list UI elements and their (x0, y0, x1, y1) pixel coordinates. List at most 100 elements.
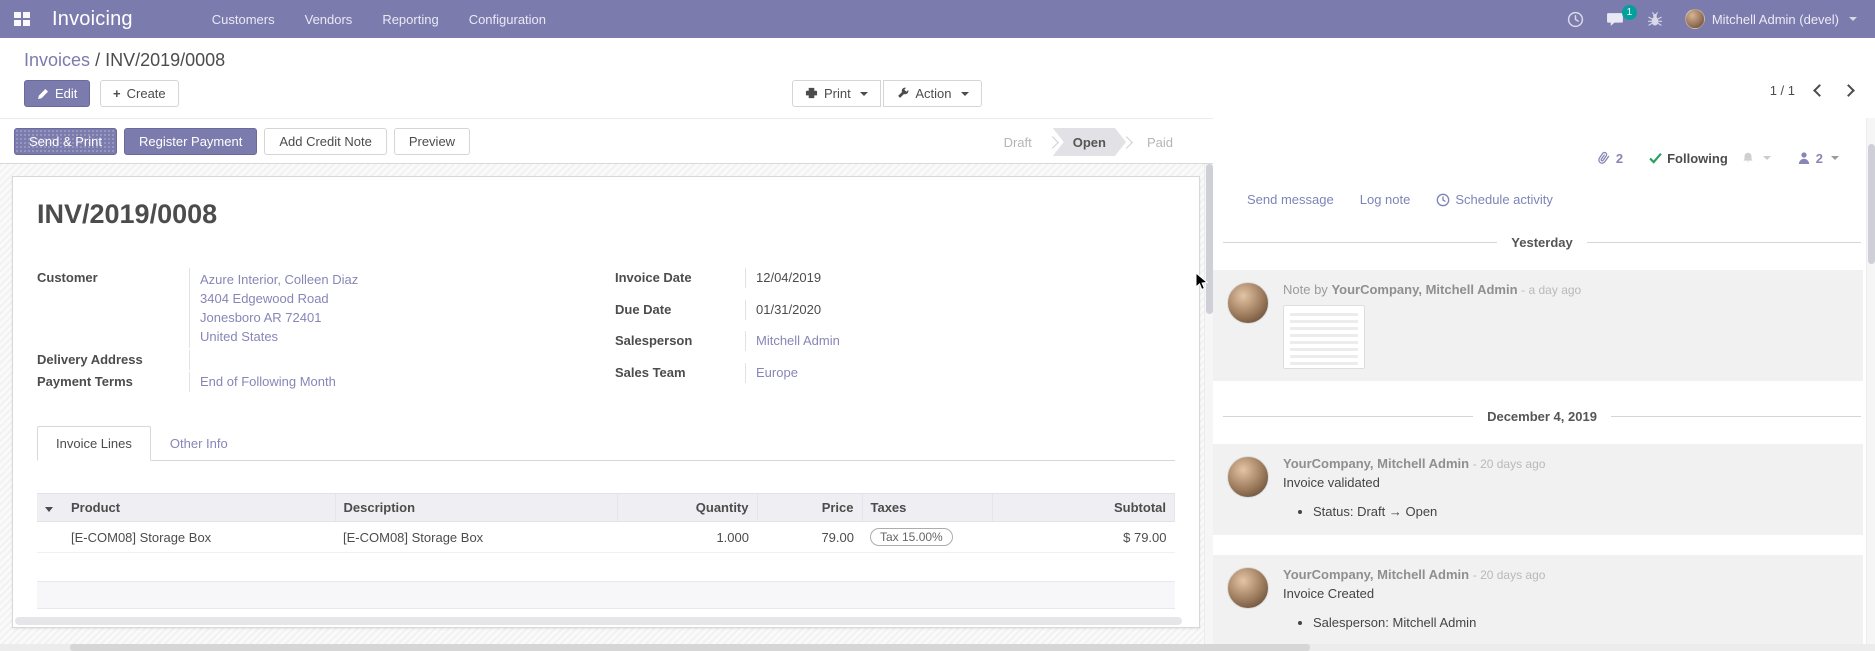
invoice-lines-table: Product Description Quantity Price Taxes… (37, 493, 1175, 553)
scrollbar-thumb[interactable] (1868, 144, 1875, 264)
message-author[interactable]: YourCompany, Mitchell Admin (1283, 456, 1469, 471)
pager-next-icon[interactable] (1842, 84, 1855, 97)
tax-badge[interactable]: Tax 15.00% (870, 528, 953, 546)
user-menu[interactable]: Mitchell Admin (devel) (1685, 9, 1857, 29)
attachment-preview[interactable] (1283, 305, 1365, 369)
register-payment-button[interactable]: Register Payment (124, 128, 257, 155)
payment-terms-value[interactable]: End of Following Month (200, 374, 336, 389)
message-tracking-value: Status: Draft → Open (1313, 504, 1849, 519)
apps-menu-icon[interactable] (14, 12, 30, 26)
edit-button[interactable]: Edit (24, 80, 90, 107)
schedule-activity-button[interactable]: Schedule activity (1436, 192, 1553, 207)
col-header-product[interactable]: Product (63, 494, 335, 522)
avatar[interactable] (1227, 456, 1269, 498)
person-icon (1797, 151, 1811, 165)
chevron-down-icon (1849, 17, 1857, 21)
notebook-tabs: Invoice Lines Other Info (37, 426, 1175, 461)
customer-street[interactable]: 3404 Edgewood Road (200, 289, 597, 308)
customer-name-link[interactable]: Azure Interior, Colleen Diaz (200, 270, 597, 289)
avatar[interactable] (1227, 567, 1269, 609)
send-message-button[interactable]: Send message (1247, 192, 1334, 207)
debug-bug-icon[interactable] (1647, 11, 1663, 28)
chatter-message-created: YourCompany, Mitchell Admin - 20 days ag… (1213, 555, 1863, 646)
window-horizontal-scrollbar[interactable] (0, 644, 1875, 651)
cell-quantity[interactable]: 1.000 (617, 522, 757, 553)
due-date-value[interactable]: 01/31/2020 (745, 300, 1175, 320)
activities-clock-icon[interactable] (1567, 11, 1584, 28)
customer-country[interactable]: United States (200, 327, 597, 346)
due-date-label: Due Date (615, 300, 745, 319)
followers-button[interactable]: 2 (1797, 151, 1839, 166)
chatter-vertical-scrollbar[interactable] (1866, 118, 1875, 651)
action-button[interactable]: Action (883, 80, 981, 107)
column-toggle-icon[interactable] (45, 507, 53, 512)
print-button[interactable]: Print (792, 80, 881, 107)
nav-menu-customers[interactable]: Customers (201, 2, 286, 37)
cell-subtotal[interactable]: $ 79.00 (992, 522, 1175, 553)
salesperson-value[interactable]: Mitchell Admin (756, 333, 840, 348)
message-author[interactable]: YourCompany, Mitchell Admin (1331, 282, 1517, 297)
col-header-price[interactable]: Price (757, 494, 862, 522)
left-field-group: Customer Azure Interior, Colleen Diaz 34… (37, 268, 597, 392)
send-and-print-button[interactable]: Send & Print (14, 128, 117, 155)
col-header-subtotal[interactable]: Subtotal (992, 494, 1175, 522)
top-nav: Invoicing Customers Vendors Reporting Co… (0, 0, 1875, 38)
messages-icon[interactable]: 1 (1606, 11, 1625, 28)
tab-other-info[interactable]: Other Info (151, 426, 247, 461)
form-vertical-scrollbar[interactable] (1204, 164, 1213, 651)
invoice-date-value[interactable]: 12/04/2019 (745, 268, 1175, 288)
status-draft[interactable]: Draft (984, 128, 1052, 156)
message-author[interactable]: YourCompany, Mitchell Admin (1283, 567, 1469, 582)
breadcrumb-separator: / (95, 50, 100, 70)
app-title[interactable]: Invoicing (52, 8, 133, 31)
cell-description[interactable]: [E-COM08] Storage Box (335, 522, 617, 553)
log-note-button[interactable]: Log note (1360, 192, 1411, 207)
nav-menu-reporting[interactable]: Reporting (371, 2, 449, 37)
col-header-taxes[interactable]: Taxes (862, 494, 992, 522)
tab-invoice-lines[interactable]: Invoice Lines (37, 426, 151, 461)
payment-terms-label: Payment Terms (37, 372, 189, 391)
pager-previous-icon[interactable] (1813, 84, 1826, 97)
avatar[interactable] (1227, 282, 1269, 324)
cell-price[interactable]: 79.00 (757, 522, 862, 553)
chatter-panel: 2 Following 2 Send message Log note Sche… (1213, 118, 1875, 651)
invoice-number-title: INV/2019/0008 (37, 199, 1175, 230)
bell-icon (1741, 151, 1755, 165)
pencil-icon (37, 88, 49, 100)
chatter-message-validated: YourCompany, Mitchell Admin - 20 days ag… (1213, 444, 1863, 535)
col-header-description[interactable]: Description (335, 494, 617, 522)
cell-product[interactable]: [E-COM08] Storage Box (63, 522, 335, 553)
control-panel: Invoices / INV/2019/0008 Edit + Create P… (0, 38, 1875, 118)
paperclip-icon (1596, 150, 1611, 166)
user-name: Mitchell Admin (devel) (1712, 12, 1839, 27)
status-open[interactable]: Open (1053, 128, 1126, 156)
breadcrumb-invoices-link[interactable]: Invoices (24, 50, 90, 70)
scrollbar-thumb[interactable] (70, 644, 1310, 651)
customer-label: Customer (37, 268, 189, 287)
preview-button[interactable]: Preview (394, 128, 470, 155)
status-widget: Draft Open Paid (984, 128, 1193, 156)
delivery-address-label: Delivery Address (37, 350, 189, 369)
chatter-note: Note by YourCompany, Mitchell Admin - a … (1213, 270, 1863, 381)
user-avatar (1685, 9, 1705, 29)
create-button[interactable]: + Create (100, 80, 179, 107)
delivery-address-value[interactable] (189, 350, 597, 370)
nav-menu-configuration[interactable]: Configuration (458, 2, 557, 37)
table-row[interactable]: [E-COM08] Storage Box [E-COM08] Storage … (37, 522, 1175, 553)
message-time: - 20 days ago (1473, 568, 1546, 582)
following-button[interactable]: Following (1649, 151, 1771, 166)
status-paid[interactable]: Paid (1127, 128, 1193, 156)
customer-city[interactable]: Jonesboro AR 72401 (200, 308, 597, 327)
col-header-quantity[interactable]: Quantity (617, 494, 757, 522)
add-credit-note-button[interactable]: Add Credit Note (264, 128, 387, 155)
message-time: - 20 days ago (1473, 457, 1546, 471)
sales-team-value[interactable]: Europe (756, 365, 798, 380)
messages-count-badge: 1 (1622, 5, 1637, 20)
sheet-background: INV/2019/0008 Customer Azure Interior, C… (0, 164, 1204, 651)
pager-counter: 1 / 1 (1770, 83, 1795, 98)
scrollbar-thumb[interactable] (1206, 164, 1213, 314)
attachments-button[interactable]: 2 (1596, 150, 1623, 166)
nav-menu-vendors[interactable]: Vendors (294, 2, 364, 37)
plus-icon: + (113, 86, 121, 101)
sheet-horizontal-scrollbar[interactable] (15, 617, 1182, 625)
